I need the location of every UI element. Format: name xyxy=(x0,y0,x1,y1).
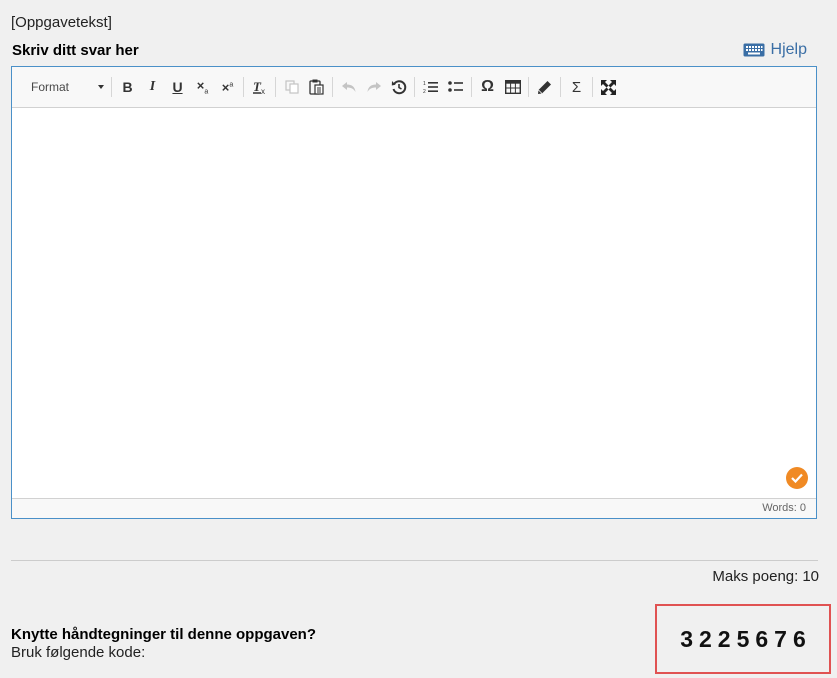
drawing-code-box: 3225676 xyxy=(655,604,831,674)
paste-icon xyxy=(309,79,324,95)
editor-content-area[interactable] xyxy=(12,108,816,498)
draw-button[interactable] xyxy=(532,74,557,100)
superscript-icon: ×a xyxy=(221,79,234,95)
clear-formatting-icon: T x xyxy=(252,79,265,95)
table-button[interactable] xyxy=(500,74,525,100)
numbered-list-button[interactable]: 1 2 xyxy=(418,74,443,100)
restore-button[interactable] xyxy=(386,74,411,100)
bold-icon: B xyxy=(122,79,133,95)
ordered-list-icon: 1 2 xyxy=(423,81,438,94)
spellcheck-button[interactable] xyxy=(786,467,808,489)
expand-icon xyxy=(601,79,616,95)
formula-button[interactable]: Σ xyxy=(564,74,589,100)
task-text: [Oppgavetekst] xyxy=(11,14,112,31)
bullet-list-icon xyxy=(447,81,463,92)
svg-text:2: 2 xyxy=(423,89,426,94)
underline-button[interactable]: U xyxy=(165,74,190,100)
redo-icon xyxy=(367,82,381,92)
toolbar-separator xyxy=(414,77,415,97)
history-icon xyxy=(391,80,406,95)
italic-button[interactable]: I xyxy=(140,74,165,100)
drawing-title: Knytte håndtegninger til denne oppgaven? xyxy=(11,626,317,643)
section-divider xyxy=(11,560,818,561)
special-char-button[interactable]: Ω xyxy=(475,74,500,100)
underline-icon: U xyxy=(172,79,183,95)
fullscreen-button[interactable] xyxy=(596,74,621,100)
help-link[interactable]: Hjelp xyxy=(743,41,807,59)
table-icon xyxy=(504,80,521,94)
sigma-icon: Σ xyxy=(571,78,582,96)
undo-button[interactable] xyxy=(336,74,361,100)
pencil-icon xyxy=(538,80,551,94)
clear-formatting-button[interactable]: T x xyxy=(247,74,272,100)
undo-icon xyxy=(341,82,355,92)
max-points-value: 10 xyxy=(802,568,819,585)
drawing-code: 3225676 xyxy=(680,625,812,652)
toolbar-separator xyxy=(560,77,561,97)
editor-toolbar: Format B I U ×a ×a T x 1 2 Ω Σ xyxy=(12,67,816,108)
omega-icon: Ω xyxy=(481,78,494,95)
toolbar-separator xyxy=(111,77,112,97)
svg-text:x: x xyxy=(261,87,265,95)
max-points-label: Maks poeng: xyxy=(712,568,799,585)
format-label: Format xyxy=(31,80,70,94)
paste-button[interactable] xyxy=(304,74,329,100)
caret-down-icon xyxy=(98,85,104,89)
toolbar-separator xyxy=(528,77,529,97)
copy-button[interactable] xyxy=(279,74,304,100)
copy-icon xyxy=(284,80,299,94)
bullet-list-button[interactable] xyxy=(443,74,468,100)
toolbar-separator xyxy=(243,77,244,97)
toolbar-separator xyxy=(471,77,472,97)
answer-label: Skriv ditt svar her xyxy=(12,42,139,59)
keyboard-icon xyxy=(743,43,765,57)
word-count: Words: 0 xyxy=(762,502,806,514)
svg-text:1: 1 xyxy=(423,81,426,87)
bold-button[interactable]: B xyxy=(115,74,140,100)
toolbar-separator xyxy=(592,77,593,97)
help-label: Hjelp xyxy=(770,41,807,58)
max-points: Maks poeng: 10 xyxy=(712,568,819,585)
toolbar-separator xyxy=(275,77,276,97)
superscript-button[interactable]: ×a xyxy=(215,74,240,100)
toolbar-separator xyxy=(332,77,333,97)
editor-status-bar: Words: 0 xyxy=(12,498,816,518)
italic-icon: I xyxy=(149,79,156,94)
drawing-subtitle: Bruk følgende kode: xyxy=(11,644,146,661)
answer-editor: Format B I U ×a ×a T x 1 2 Ω Σ Words: 0 xyxy=(11,66,817,519)
subscript-icon: ×a xyxy=(196,78,209,96)
redo-button[interactable] xyxy=(361,74,386,100)
subscript-button[interactable]: ×a xyxy=(190,74,215,100)
checkmark-icon xyxy=(791,473,803,483)
format-dropdown[interactable]: Format xyxy=(20,74,108,100)
